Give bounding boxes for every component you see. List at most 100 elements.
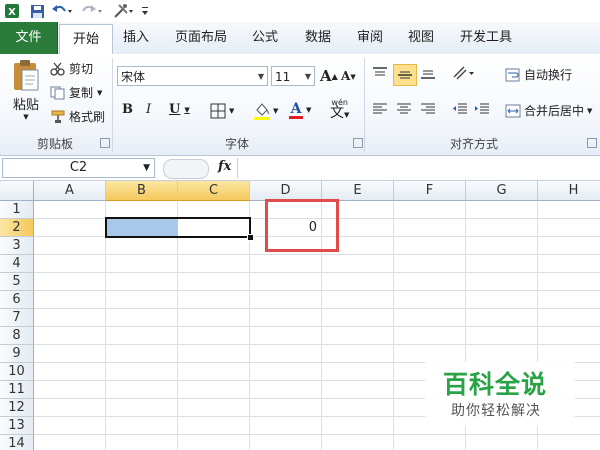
shrink-font-icon[interactable]: A ▼ (341, 69, 356, 83)
watermark-subtitle: 助你轻松解决 (451, 403, 541, 419)
row-header-10[interactable]: 10 (0, 363, 34, 381)
row-header-4[interactable]: 4 (0, 255, 34, 273)
format-painter-button[interactable]: 格式刷 (50, 108, 105, 125)
column-header-d[interactable]: D (250, 181, 322, 201)
bold-icon[interactable]: B (122, 102, 133, 117)
column-header-g[interactable]: G (466, 181, 538, 201)
phonetic-guide-icon[interactable]: wén 文▼ (330, 98, 349, 120)
grow-font-icon[interactable]: A ▲ (320, 67, 338, 85)
font-size-select[interactable]: 11 ▼ (271, 66, 315, 86)
name-box[interactable]: C2 ▼ (2, 158, 155, 178)
save-icon[interactable] (28, 2, 46, 20)
row-header-5[interactable]: 5 (0, 273, 34, 291)
format-painter-label: 格式刷 (69, 110, 106, 124)
column-header-f[interactable]: F (394, 181, 466, 201)
align-top-icon[interactable] (372, 66, 388, 80)
redo-icon[interactable] (80, 2, 104, 20)
alignment-group-label: 对齐方式 (449, 137, 498, 151)
watermark: 百科全说 助你轻松解决 (425, 362, 575, 426)
merge-dropdown-icon: ▼ (587, 106, 593, 115)
align-middle-icon[interactable] (393, 64, 417, 86)
font-color-icon[interactable]: A ▼ (288, 100, 311, 120)
decrease-indent-icon[interactable] (452, 102, 468, 116)
formula-bar: C2 ▼ fx (0, 156, 600, 181)
row-header-14[interactable]: 14 (0, 435, 34, 450)
column-header-e[interactable]: E (322, 181, 394, 201)
row-header-7[interactable]: 7 (0, 309, 34, 327)
column-header-a[interactable]: A (34, 181, 106, 201)
insert-function-icon[interactable]: fx (218, 159, 231, 174)
copy-button[interactable]: 复制 ▼ (50, 84, 102, 101)
column-header-c[interactable]: C (178, 181, 250, 201)
gridline (34, 326, 600, 327)
increase-indent-icon[interactable] (474, 102, 490, 116)
row-header-13[interactable]: 13 (0, 417, 34, 435)
font-launcher-icon[interactable] (353, 138, 363, 148)
tab-data[interactable]: 数据 (296, 22, 340, 54)
row-header-8[interactable]: 8 (0, 327, 34, 345)
tab-developer[interactable]: 开发工具 (453, 22, 519, 54)
merge-center-button[interactable]: 合并后居中 ▼ (505, 102, 592, 119)
tab-view[interactable]: 视图 (399, 22, 443, 54)
align-right-icon[interactable] (420, 102, 436, 116)
row-header-6[interactable]: 6 (0, 291, 34, 309)
orientation-icon[interactable] (452, 65, 476, 81)
tab-file[interactable]: 文件 (0, 22, 58, 54)
font-group-label: 字体 (224, 137, 249, 151)
fill-color-icon[interactable]: ▼ (253, 101, 278, 121)
formula-expand-handle[interactable] (163, 159, 209, 179)
cut-button[interactable]: 剪切 (50, 60, 93, 77)
watermark-title: 百科全说 (443, 370, 548, 399)
cut-label: 剪切 (69, 62, 94, 76)
row-header-1[interactable]: 1 (0, 201, 34, 219)
tab-formulas[interactable]: 公式 (243, 22, 287, 54)
tab-review[interactable]: 审阅 (348, 22, 392, 54)
paste-label: 粘贴 (12, 98, 39, 113)
paste-dropdown-icon: ▼ (23, 113, 29, 121)
borders-icon[interactable]: ▼ (210, 103, 234, 119)
paste-icon (14, 60, 39, 91)
align-center-icon[interactable] (396, 102, 412, 116)
customize-qat-icon[interactable] (140, 2, 150, 20)
column-header-b[interactable]: B (106, 181, 178, 201)
align-bottom-icon[interactable] (420, 66, 436, 80)
annotation-highlight-box (265, 199, 339, 252)
tab-page-layout[interactable]: 页面布局 (168, 22, 234, 54)
font-name-select[interactable]: 宋体 ▼ (117, 66, 268, 86)
font-name-dropdown-icon: ▼ (257, 72, 264, 81)
quick-access-toolbar: X (0, 0, 600, 22)
excel-logo-icon[interactable]: X (3, 2, 21, 20)
tab-home[interactable]: 开始 (59, 24, 113, 56)
selection-range-b2-c2[interactable] (105, 217, 251, 238)
row-header-12[interactable]: 12 (0, 399, 34, 417)
ribbon-home: 粘贴 ▼ 剪切 复制 ▼ 格式刷 剪贴板 宋体 ▼ 11 ▼ A ▲ A ▼ B I… (0, 54, 600, 156)
column-header-h[interactable]: H (538, 181, 600, 201)
copy-label: 复制 (69, 86, 94, 100)
row-header-3[interactable]: 3 (0, 237, 34, 255)
name-box-value: C2 (69, 160, 88, 175)
name-box-dropdown-icon: ▼ (143, 163, 150, 173)
gridline (34, 290, 600, 291)
clipboard-group-label: 剪贴板 (36, 137, 73, 151)
formula-input[interactable] (237, 158, 599, 178)
copy-dropdown-icon: ▼ (97, 88, 103, 97)
select-all-corner[interactable] (0, 181, 34, 201)
paste-button[interactable]: 粘贴 ▼ (6, 58, 46, 130)
wrap-text-icon (505, 68, 520, 81)
row-header-11[interactable]: 11 (0, 381, 34, 399)
row-header-9[interactable]: 9 (0, 345, 34, 363)
alignment-launcher-icon[interactable] (587, 138, 597, 148)
gridline (34, 434, 600, 435)
wrap-text-button[interactable]: 自动换行 (505, 66, 572, 83)
clipboard-launcher-icon[interactable] (100, 138, 110, 148)
tab-insert[interactable]: 插入 (114, 22, 158, 54)
underline-icon[interactable]: U ▼ (169, 102, 190, 117)
gridline (34, 344, 600, 345)
row-header-2[interactable]: 2 (0, 219, 34, 237)
svg-text:X: X (8, 7, 16, 18)
undo-icon[interactable] (50, 2, 74, 20)
brush-icon (51, 110, 65, 123)
tools-icon[interactable] (112, 2, 136, 20)
italic-icon[interactable]: I (146, 102, 151, 117)
align-left-icon[interactable] (372, 102, 388, 116)
